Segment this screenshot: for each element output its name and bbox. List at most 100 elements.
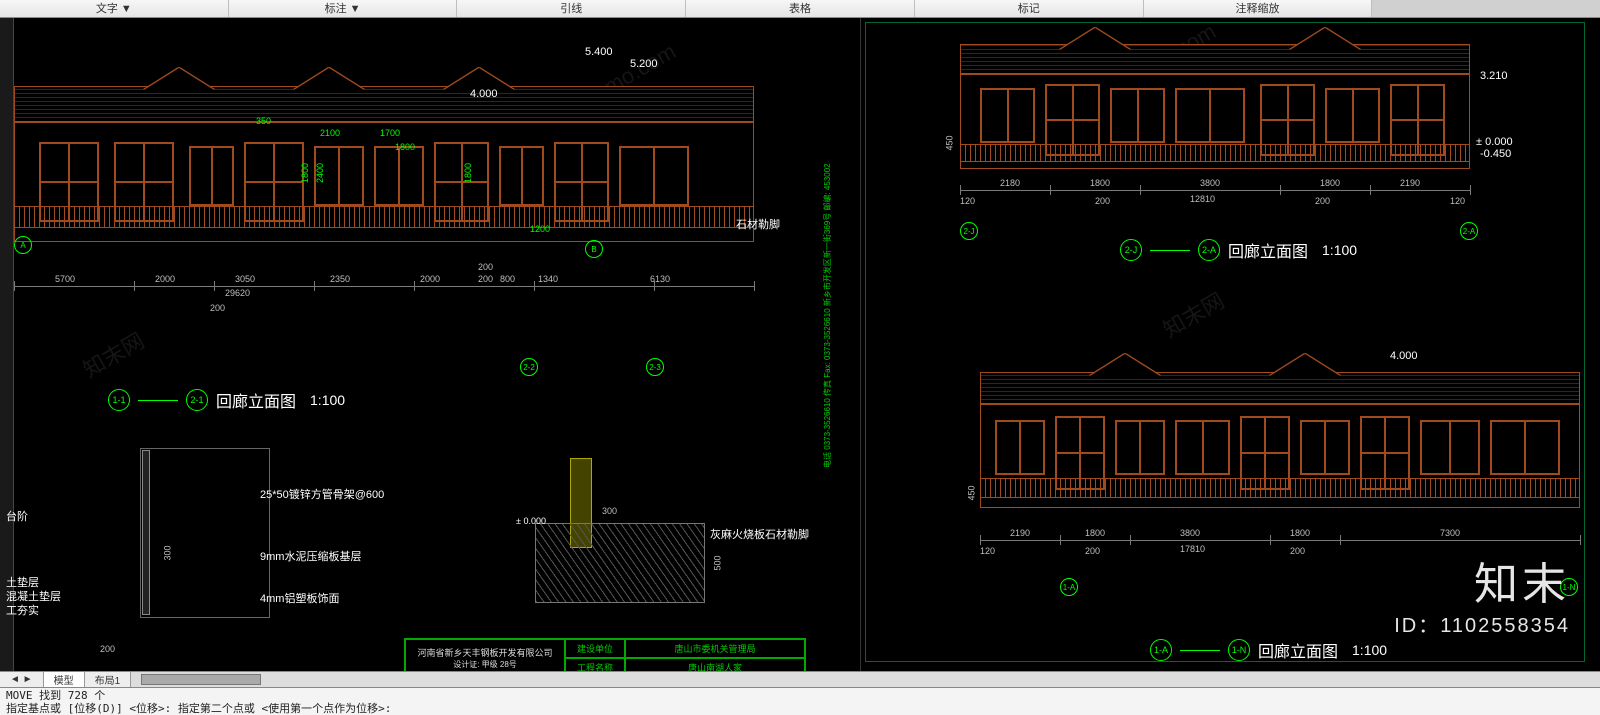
dim: 5700 (55, 274, 75, 284)
elevation-title-right-bottom: 1-A 1-N 回廊立面图 1:100 (1150, 638, 1387, 662)
level-mark: -0.450 (1480, 148, 1511, 160)
dim: 800 (500, 274, 515, 284)
dim: 1340 (538, 274, 558, 284)
tab-nav-arrows[interactable]: ◄ ► (0, 672, 44, 687)
dim: 2400 (315, 163, 325, 183)
dim: 12810 (1190, 194, 1215, 204)
dim: 120 (1450, 196, 1465, 206)
sheet-tab-bar: ◄ ► 模型 布局1 (0, 671, 1600, 687)
dim: 17810 (1180, 544, 1205, 554)
annot-stone-plinth: 石材勒脚 (736, 216, 780, 232)
railing (14, 206, 754, 228)
menu-text[interactable]: 文字 ▼ (0, 0, 229, 17)
dim: 1700 (380, 128, 400, 138)
dim: 1800 (1090, 178, 1110, 188)
menu-mark[interactable]: 标记 (915, 0, 1144, 17)
grid-bubble-icon: 1-N (1228, 639, 1250, 661)
grid-bubble: 2-2 (520, 358, 538, 376)
watermark-id: ID：1102558354 (1394, 609, 1570, 638)
menu-dimension[interactable]: 标注 ▼ (229, 0, 458, 17)
section-mark-b: B (585, 240, 603, 258)
dim: 450 (945, 135, 955, 150)
dim: 350 (256, 116, 271, 126)
menu-leader[interactable]: 引线 (457, 0, 686, 17)
dim: 29620 (225, 288, 250, 298)
watermark-diag: 知末网 (76, 324, 149, 385)
dim: 3050 (235, 274, 255, 284)
elevation-right-top (960, 26, 1470, 186)
level-mark: 4.000 (1390, 350, 1418, 362)
annot-compact: 工夯实 (6, 602, 39, 618)
hatch-plinth (535, 523, 705, 603)
dim: 120 (960, 196, 975, 206)
grid-bubble: 2-3 (646, 358, 664, 376)
title-block: 河南省新乡天丰钢板开发有限公司 设计证: 甲级 28号 建设单位 唐山市委机关管… (404, 638, 806, 672)
dim: 200 (478, 262, 493, 272)
tb-proj-label: 工程名称 (565, 658, 625, 672)
grid-bubble-icon: 2-J (1120, 239, 1142, 261)
hscroll-thumb[interactable] (141, 674, 261, 685)
dim: 300 (602, 506, 617, 516)
dim: 2190 (1010, 528, 1030, 538)
dim: 1200 (530, 224, 550, 234)
grid-bubble-icon: 2-1 (186, 389, 208, 411)
cmd-prompt: 指定基点或 [位移(D)] <位移>: 指定第二个点或 <使用第一个点作为位移>… (6, 702, 1594, 715)
level-mark: ± 0.000 (516, 516, 546, 526)
tab-model[interactable]: 模型 (44, 672, 85, 687)
grid-bubble: 2-A (1460, 222, 1478, 240)
dim: 2000 (420, 274, 440, 284)
dim: 1800 (1320, 178, 1340, 188)
dim: 500 (713, 555, 723, 570)
elevation-title-left: 1-1 2-1 回廊立面图 1:100 (108, 388, 345, 412)
menu-bar: 文字 ▼ 标注 ▼ 引线 表格 标记 注释缩放 (0, 0, 1600, 18)
title-text: 回廊立面图 (216, 388, 296, 412)
dim: 1800 (1290, 528, 1310, 538)
annot-alu-panel: 4mm铝塑板饰面 (260, 590, 339, 606)
dim-line (14, 286, 754, 287)
grid-bubble-icon: 2-A (1198, 239, 1220, 261)
section-mark-a: A (14, 236, 32, 254)
dim: 3800 (1180, 528, 1200, 538)
tb-proj: 唐山南湖人家 (625, 658, 805, 672)
dim: 200 (1095, 196, 1110, 206)
hscroll-track[interactable] (131, 672, 1600, 687)
scale-text: 1:100 (1322, 242, 1357, 258)
level-mark: 4.000 (470, 88, 498, 100)
gable-icon (144, 68, 214, 90)
elevation-title-right-top: 2-J 2-A 回廊立面图 1:100 (1120, 238, 1357, 262)
cmd-history: MOVE 找到 728 个 (6, 689, 1594, 702)
annot-granite-plinth: 灰麻火烧板石材勒脚 (710, 526, 809, 542)
scale-text: 1:100 (1352, 642, 1387, 658)
dim: 200 (1315, 196, 1330, 206)
drawing-canvas[interactable]: www.znzmo.com 知末网 知末网 www.znzmo.com 5.40… (0, 18, 1600, 672)
command-line[interactable]: MOVE 找到 728 个 指定基点或 [位移(D)] <位移>: 指定第二个点… (0, 687, 1600, 715)
grid-bubble: 2-J (960, 222, 978, 240)
dim: 200 (1290, 546, 1305, 556)
dim: 120 (980, 546, 995, 556)
dim: 1800 (395, 142, 415, 152)
dim: 2190 (1400, 178, 1420, 188)
tab-layout1[interactable]: 布局1 (85, 672, 132, 687)
steel-column (142, 450, 150, 615)
dim: 7300 (1440, 528, 1460, 538)
annot-step: 台阶 (6, 508, 28, 524)
detail-frame (140, 448, 270, 618)
menu-table[interactable]: 表格 (686, 0, 915, 17)
dim: 300 (163, 545, 173, 560)
dim: 1800 (1085, 528, 1105, 538)
tb-contact: 电话 0373-3526610 传真 Fax: 0373-3526610 新乡市… (822, 268, 833, 468)
dim: 200 (100, 644, 115, 654)
title-text: 回廊立面图 (1228, 238, 1308, 262)
menu-blank[interactable] (1372, 0, 1600, 17)
scale-text: 1:100 (310, 392, 345, 408)
elevation-right-bottom (980, 348, 1580, 528)
menu-annoscale[interactable]: 注释缩放 (1144, 0, 1373, 17)
elevation-left (14, 56, 754, 256)
tb-owner: 唐山市委机关管理局 (625, 639, 805, 658)
title-text: 回廊立面图 (1258, 638, 1338, 662)
tb-owner-label: 建设单位 (565, 639, 625, 658)
dim: 200 (478, 274, 493, 284)
grid-bubble: 1-N (1560, 578, 1578, 596)
viewport-divider (860, 18, 861, 672)
level-mark: 3.210 (1480, 70, 1508, 82)
